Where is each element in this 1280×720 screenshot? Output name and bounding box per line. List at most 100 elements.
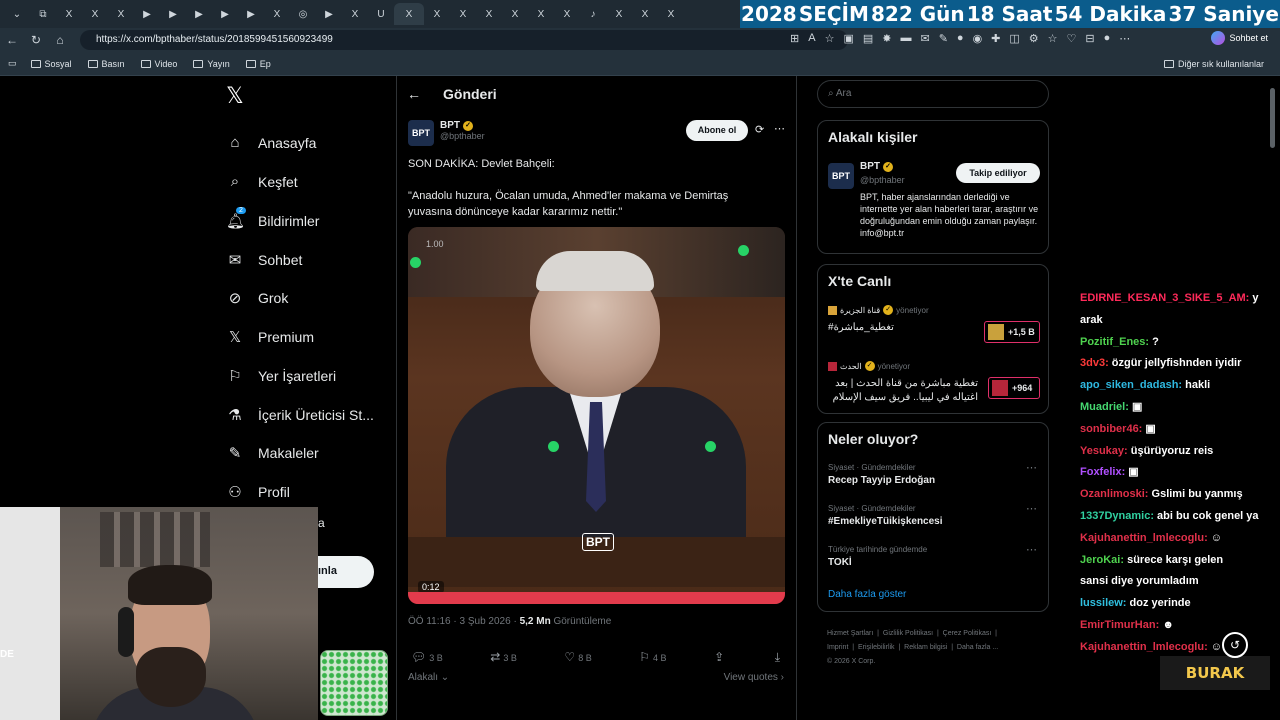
sidebar-item[interactable]: ⊘ Grok xyxy=(226,289,289,307)
post-date[interactable]: ÖÖ 11:16 · 3 Şub 2026 · xyxy=(408,616,520,627)
bookmark-folder[interactable]: Sosyal xyxy=(30,59,72,69)
browser-tab[interactable]: ▶ xyxy=(316,3,342,25)
footer-line[interactable]: Imprint | Erişilebilirlik | Reklam bilgi… xyxy=(827,641,998,655)
favorites-icon[interactable]: ☆ xyxy=(1048,32,1058,45)
scrollbar-thumb[interactable] xyxy=(1270,88,1275,148)
tab-list-chevron-icon[interactable]: ⌄ xyxy=(4,3,30,25)
settings-icon[interactable]: ⚙ xyxy=(1029,32,1039,45)
copilot-chat-button[interactable]: Sohbet et xyxy=(1211,31,1268,45)
page-scrollbar[interactable] xyxy=(1268,76,1278,156)
subscribe-button[interactable]: Abone ol xyxy=(686,120,748,141)
footer-line[interactable]: Hizmet Şartları | Gizlilik Politikası | … xyxy=(827,627,998,641)
search-input[interactable]: ⌕ Ara xyxy=(817,80,1049,108)
browser-tab[interactable]: ♪ xyxy=(580,3,606,25)
view-quotes-link[interactable]: View quotes › xyxy=(724,672,784,683)
extension-icon[interactable]: ▬ xyxy=(900,32,911,45)
person-name[interactable]: BPT xyxy=(860,161,880,172)
browser-tab[interactable]: X xyxy=(554,3,580,25)
person-avatar[interactable]: BPT xyxy=(828,163,854,189)
browser-tab[interactable]: ▶ xyxy=(212,3,238,25)
browser-tab[interactable]: X xyxy=(56,3,82,25)
browser-tab[interactable]: X xyxy=(108,3,134,25)
downloads-icon[interactable]: ⊟ xyxy=(1085,32,1094,45)
browser-tab[interactable]: X xyxy=(394,3,424,25)
sidebar-item[interactable]: ⚐ Yer İşaretleri xyxy=(226,367,336,385)
live-listeners-badge[interactable]: +1,5 B xyxy=(984,321,1040,343)
trend-more-icon[interactable]: ⋯ xyxy=(1026,461,1037,474)
profile-avatar-icon[interactable]: ● xyxy=(1104,32,1111,45)
trend-name[interactable]: #EmekliyeTüikişkencesi xyxy=(828,516,943,527)
puzzle-icon[interactable]: ✚ xyxy=(991,32,1000,45)
extension-icon[interactable]: ✸ xyxy=(882,32,891,45)
install-app-icon[interactable]: ⊞ xyxy=(790,32,799,45)
favorite-star-icon[interactable]: ☆ xyxy=(825,32,835,45)
repost-button[interactable]: ⇄ 3 B xyxy=(490,650,517,665)
author-avatar[interactable]: BPT xyxy=(408,120,434,146)
browser-tab[interactable]: X xyxy=(264,3,290,25)
back-arrow-icon[interactable]: ← xyxy=(407,86,421,102)
sidebar-item[interactable]: 🔔︎ 2 Bildirimler xyxy=(226,207,319,230)
browser-tab[interactable]: X xyxy=(528,3,554,25)
collections-icon[interactable]: ♡ xyxy=(1067,32,1077,45)
extension-icon[interactable]: ▤ xyxy=(863,32,873,45)
browser-tab[interactable]: X xyxy=(476,3,502,25)
browser-tab[interactable]: X xyxy=(82,3,108,25)
trend-more-icon[interactable]: ⋯ xyxy=(1026,502,1037,515)
back-arrow-icon[interactable]: ← xyxy=(0,33,24,47)
more-icon[interactable]: ⋯ xyxy=(1119,32,1130,45)
sidebar-item[interactable]: 𝕏 Premium xyxy=(226,328,314,346)
split-screen-icon[interactable]: ◫ xyxy=(1009,32,1019,45)
browser-tab[interactable]: ▶ xyxy=(160,3,186,25)
url-field[interactable]: https://x.com/bpthaber/status/2018599451… xyxy=(80,30,848,50)
extension-icon[interactable]: ✎ xyxy=(939,32,948,45)
bookmark-button[interactable]: ⚐ 4 B xyxy=(639,650,666,665)
browser-tab[interactable]: ▶ xyxy=(134,3,160,25)
browser-tab[interactable]: ◎ xyxy=(290,3,316,25)
browser-tab[interactable]: X xyxy=(450,3,476,25)
other-bookmarks-folder[interactable]: Diğer sık kullanılanlar xyxy=(1163,59,1264,69)
browser-tab[interactable]: ▶ xyxy=(186,3,212,25)
x-logo-icon[interactable]: 𝕏 xyxy=(226,84,244,109)
browser-tab[interactable]: X xyxy=(424,3,450,25)
sidebar-item[interactable]: ✎ Makaleler xyxy=(226,444,319,462)
trend-name[interactable]: Recep Tayyip Erdoğan xyxy=(828,475,935,486)
browser-tab[interactable]: X xyxy=(502,3,528,25)
read-aloud-icon[interactable]: A xyxy=(808,32,815,45)
post-button-partial[interactable]: ınla xyxy=(318,556,374,588)
share-button[interactable]: ⇪ xyxy=(714,650,727,665)
extension-icon[interactable]: ● xyxy=(957,32,964,45)
reload-icon[interactable]: ↻ xyxy=(24,33,48,47)
sidebar-item[interactable]: ⌕ Keşfet xyxy=(226,173,298,190)
author-handle[interactable]: @bpthaber xyxy=(440,131,485,141)
home-icon[interactable]: ⌂ xyxy=(48,33,72,47)
reply-button[interactable]: 💬︎ 3 B xyxy=(411,650,443,665)
trend-more-icon[interactable]: ⋯ xyxy=(1026,543,1037,556)
extension-icon[interactable]: ✉ xyxy=(920,32,929,45)
sidebar-item[interactable]: ⚗ İçerik Üreticisi St... xyxy=(226,406,374,424)
bookmark-folder[interactable]: Yayın xyxy=(193,59,230,69)
grok-icon[interactable]: ⟳ xyxy=(755,123,764,136)
sidebar-item[interactable]: ⚇ Profil xyxy=(226,483,290,501)
bookmark-folder[interactable]: Ep xyxy=(245,59,271,69)
author-name[interactable]: BPT xyxy=(440,120,460,131)
browser-tab[interactable]: X xyxy=(658,3,684,25)
sidebar-item[interactable]: ✉ Sohbet xyxy=(226,251,303,269)
bookmark-folder[interactable]: Basın xyxy=(87,59,125,69)
trend-name[interactable]: TOKİ xyxy=(828,557,852,568)
more-options-icon[interactable]: ⋯ xyxy=(774,122,785,135)
live-title[interactable]: تغطية مباشرة من قناة الحدث | بعد اغتياله… xyxy=(828,377,978,405)
person-handle[interactable]: @bpthaber xyxy=(860,175,905,185)
live-title[interactable]: #تغطية_مباشرة xyxy=(828,322,894,333)
following-button[interactable]: Takip ediliyor xyxy=(956,163,1040,183)
browser-tab[interactable]: X xyxy=(632,3,658,25)
live-listeners-badge[interactable]: +964 xyxy=(988,377,1040,399)
extension-icon[interactable]: ▣ xyxy=(843,32,853,45)
browser-tab[interactable]: ▶ xyxy=(238,3,264,25)
sidebar-toggle-icon[interactable]: ▭ xyxy=(8,58,17,69)
video-progress-bar[interactable] xyxy=(408,592,785,604)
browser-tab[interactable]: X xyxy=(606,3,632,25)
like-button[interactable]: ♡ 8 B xyxy=(564,650,591,665)
video-player[interactable]: 1.00 BPT 0:12 xyxy=(408,227,785,604)
download-button[interactable]: ⤓ xyxy=(775,650,783,665)
bookmark-folder[interactable]: Video xyxy=(140,59,177,69)
